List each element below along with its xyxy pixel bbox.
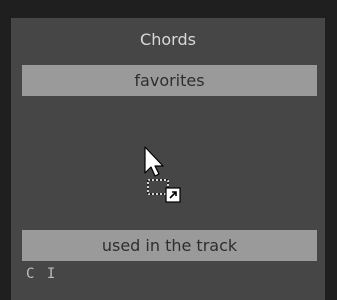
panel-title: Chords — [140, 29, 196, 49]
favorites-header[interactable]: favorites — [22, 65, 317, 96]
favorites-drop-area[interactable] — [22, 96, 317, 230]
chords-panel: Chords favorites used in the track C I — [11, 18, 325, 300]
list-item[interactable]: C I — [26, 266, 57, 282]
used-in-track-header[interactable]: used in the track — [22, 230, 317, 261]
used-chords-list: C I — [22, 261, 325, 300]
